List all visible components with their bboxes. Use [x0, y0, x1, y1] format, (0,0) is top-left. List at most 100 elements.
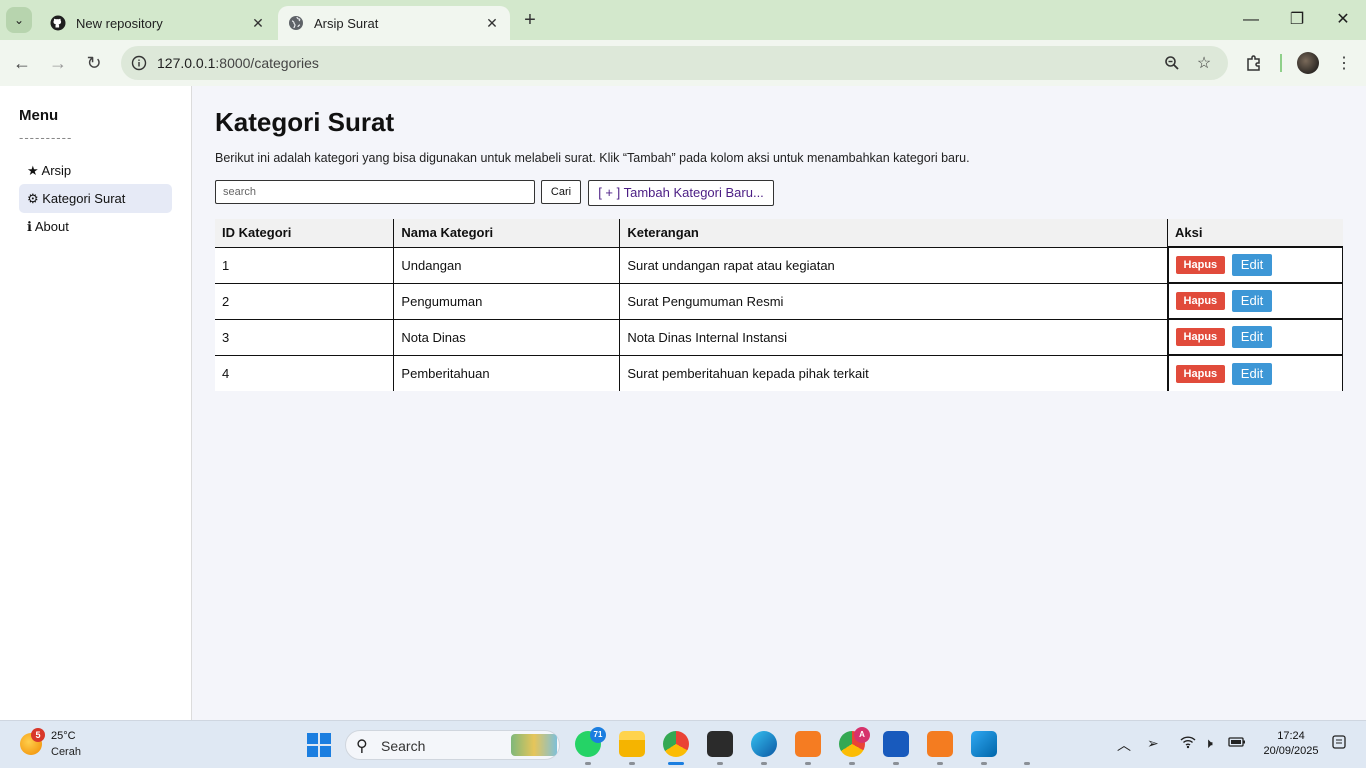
search-icon: ⚲: [356, 738, 368, 755]
app-running-indicator: [805, 762, 811, 765]
table-row: 1 Undangan Surat undangan rapat atau keg…: [215, 246, 1343, 283]
minimize-icon[interactable]: —: [1236, 8, 1266, 32]
delete-button[interactable]: Hapus: [1175, 292, 1226, 310]
search-input[interactable]: [215, 180, 535, 204]
search-button[interactable]: Cari: [541, 180, 581, 204]
app-running-indicator: [893, 762, 899, 765]
chevron-up-icon[interactable]: ︿: [1117, 735, 1131, 755]
cell-keterangan: Surat Pengumuman Resmi: [619, 282, 1169, 319]
delete-button[interactable]: Hapus: [1175, 364, 1226, 383]
tab-title: New repository: [76, 15, 163, 31]
tab-title: Arsip Surat: [314, 15, 379, 31]
sidebar: Menu ---------- ★ Arsip ⚙ Kategori Surat…: [0, 86, 192, 720]
notification-icon[interactable]: [1332, 735, 1346, 752]
column-header-aksi: Aksi: [1167, 219, 1343, 247]
tab-arsip-surat[interactable]: Arsip Surat ✕: [278, 6, 510, 40]
wifi-icon[interactable]: [1180, 735, 1196, 752]
bookmark-star-icon[interactable]: ☆: [1194, 53, 1214, 73]
whatsapp-badge: 71: [590, 727, 606, 743]
tab-strip: ⌄ New repository ✕ Arsip Surat ✕ + — ❐ ✕: [0, 0, 1366, 40]
cell-aksi: Hapus Edit: [1166, 246, 1343, 283]
url-text: 127.0.0.1:8000/categories: [157, 55, 319, 71]
weather-badge: 5: [31, 728, 45, 742]
zoom-icon[interactable]: [1162, 53, 1182, 73]
weather-condition[interactable]: Cerah: [51, 746, 81, 758]
table-row: 3 Nota Dinas Nota Dinas Internal Instans…: [215, 318, 1343, 355]
cell-id: 2: [215, 282, 395, 319]
close-icon[interactable]: ✕: [482, 13, 502, 33]
chrome-icon[interactable]: [663, 731, 689, 757]
back-arrow-icon[interactable]: ←: [10, 51, 34, 75]
weather-temperature[interactable]: 25°C: [51, 730, 76, 742]
cell-nama: Pengumuman: [393, 282, 621, 319]
system-clock[interactable]: 17:24 20/09/2025: [1258, 729, 1324, 759]
vscode-icon[interactable]: [971, 731, 997, 757]
address-bar[interactable]: 127.0.0.1:8000/categories ☆: [121, 46, 1228, 80]
file-explorer-icon[interactable]: [619, 731, 645, 757]
clock-date: 20/09/2025: [1263, 745, 1319, 757]
sidebar-item-kategori-surat[interactable]: ⚙ Kategori Surat: [19, 184, 172, 213]
edit-button[interactable]: Edit: [1231, 362, 1273, 385]
app-running-indicator: [981, 762, 987, 765]
cell-nama: Pemberitahuan: [393, 354, 621, 391]
tab-search-chevron-icon[interactable]: ⌄: [6, 7, 32, 33]
xampp-icon[interactable]: [795, 731, 821, 757]
table-header-row: ID Kategori Nama Kategori Keterangan Aks…: [215, 219, 1343, 247]
cell-keterangan: Surat undangan rapat atau kegiatan: [619, 246, 1169, 283]
battery-icon[interactable]: [1228, 735, 1246, 751]
word-icon[interactable]: [883, 731, 909, 757]
extensions-icon[interactable]: [1242, 51, 1266, 75]
column-header-id: ID Kategori: [215, 219, 395, 247]
delete-button[interactable]: Hapus: [1175, 256, 1226, 274]
volume-muted-icon[interactable]: 🕨: [1204, 735, 1213, 752]
close-icon[interactable]: ✕: [248, 13, 268, 33]
table-row: 4 Pemberitahuan Surat pemberitahuan kepa…: [215, 354, 1343, 391]
sidebar-divider: ----------: [19, 130, 73, 145]
sidebar-item-arsip[interactable]: ★ Arsip: [19, 156, 172, 185]
cell-id: 4: [215, 354, 395, 391]
search-highlight-art: [511, 734, 557, 756]
page-description: Berikut ini adalah kategori yang bisa di…: [215, 151, 970, 165]
app-running-indicator: [585, 762, 591, 765]
browser-toolbar: ← → ↻ 127.0.0.1:8000/categories ☆ ⋮: [0, 40, 1366, 86]
app-active-indicator: [668, 762, 684, 765]
toolbar-divider: [1280, 54, 1282, 72]
restore-icon[interactable]: ❐: [1282, 8, 1312, 32]
taskbar-search[interactable]: ⚲ Search: [345, 730, 560, 760]
sidebar-title: Menu: [19, 107, 59, 124]
column-header-nama: Nama Kategori: [393, 219, 621, 247]
forward-arrow-icon[interactable]: →: [46, 51, 70, 75]
edit-button[interactable]: Edit: [1231, 254, 1273, 276]
cell-nama: Undangan: [393, 246, 621, 283]
tab-new-repository[interactable]: New repository ✕: [40, 6, 276, 40]
pdf-reader-icon[interactable]: [927, 731, 953, 757]
edit-button[interactable]: Edit: [1231, 290, 1273, 312]
cell-id: 1: [215, 246, 395, 283]
close-window-icon[interactable]: ✕: [1328, 8, 1358, 32]
reload-icon[interactable]: ↻: [82, 51, 106, 75]
new-tab-button[interactable]: +: [518, 9, 542, 31]
windows-start-icon[interactable]: [307, 733, 331, 757]
app-running-indicator: [629, 762, 635, 765]
app-running-indicator: [761, 762, 767, 765]
location-arrow-icon[interactable]: ➢: [1147, 735, 1159, 752]
column-header-keterangan: Keterangan: [619, 219, 1169, 247]
site-info-icon[interactable]: [129, 53, 149, 73]
clock-time: 17:24: [1277, 730, 1305, 742]
delete-button[interactable]: Hapus: [1175, 328, 1226, 346]
sidebar-item-about[interactable]: ℹ About: [19, 212, 172, 241]
edit-button[interactable]: Edit: [1231, 326, 1273, 348]
cell-aksi: Hapus Edit: [1166, 282, 1343, 319]
github-icon: [50, 15, 66, 31]
edge-icon[interactable]: [751, 731, 777, 757]
app-running-indicator: [849, 762, 855, 765]
chrome-profile-badge: A: [854, 727, 870, 743]
table-row: 2 Pengumuman Surat Pengumuman Resmi Hapu…: [215, 282, 1343, 319]
globe-icon: [288, 15, 304, 31]
profile-avatar[interactable]: [1297, 52, 1319, 74]
page-content: Menu ---------- ★ Arsip ⚙ Kategori Surat…: [0, 86, 1366, 720]
app-running-indicator: [937, 762, 943, 765]
terminal-icon[interactable]: [707, 731, 733, 757]
add-category-button[interactable]: [ + ] Tambah Kategori Baru...: [588, 180, 774, 206]
more-menu-icon[interactable]: ⋮: [1332, 51, 1356, 75]
